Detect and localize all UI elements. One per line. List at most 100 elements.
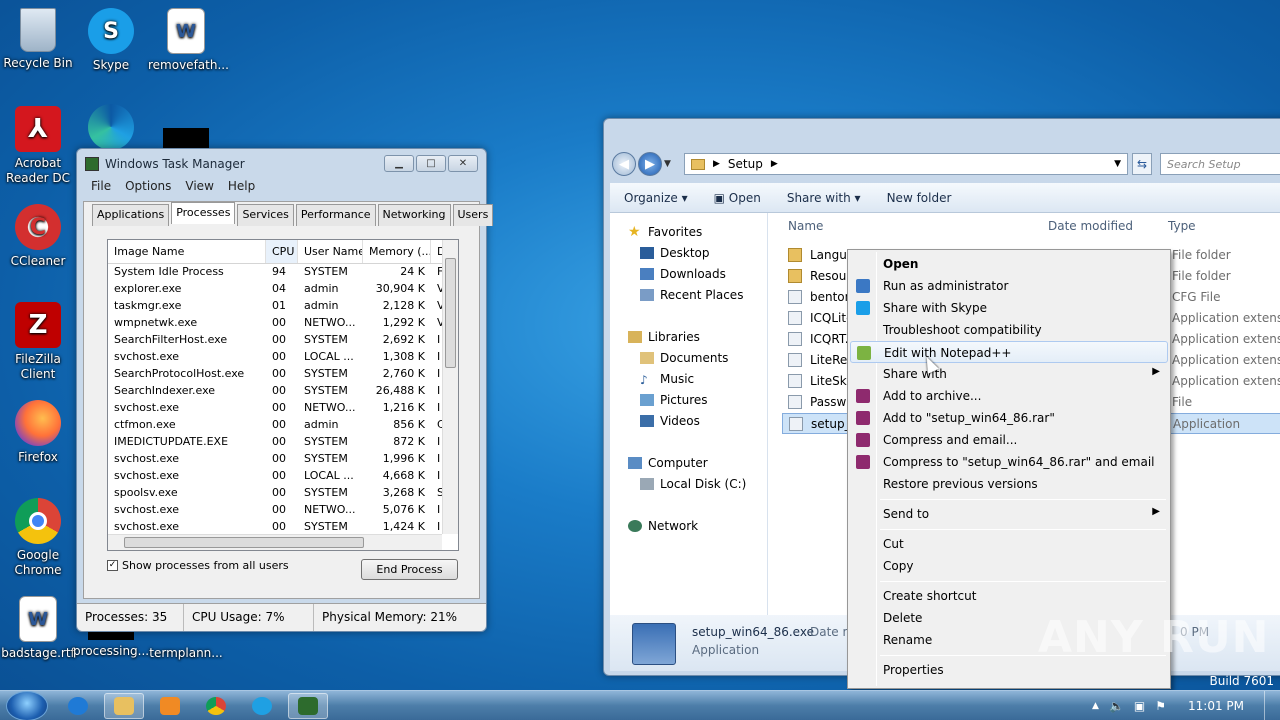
context-menu-item[interactable]: Edit with Notepad++ <box>850 341 1168 363</box>
menu-view[interactable]: View <box>185 179 213 197</box>
column-date-modified[interactable]: Date modified <box>1048 219 1133 233</box>
column-name[interactable]: Name <box>788 219 823 233</box>
table-row[interactable]: svchost.exe 00 NETWO... 5,076 KI <box>108 502 458 519</box>
context-menu-item[interactable]: Share with ▶ <box>850 363 1168 385</box>
taskbar-explorer[interactable] <box>104 693 144 719</box>
show-hidden-icons-icon[interactable]: ▲ <box>1092 701 1099 711</box>
tab-services[interactable]: Services <box>237 204 294 226</box>
volume-icon[interactable]: 🔈 <box>1109 699 1124 713</box>
desktop-icon-acrobat[interactable]: ⅄ Acrobat Reader DC <box>0 106 76 186</box>
column-image-name[interactable]: Image Name <box>108 240 266 263</box>
new-folder-button[interactable]: New folder <box>887 191 952 205</box>
nav-downloads[interactable]: Downloads <box>640 267 726 281</box>
column-user-name[interactable]: User Name <box>298 240 363 263</box>
tab-networking[interactable]: Networking <box>377 204 451 226</box>
table-row[interactable]: svchost.exe 00 LOCAL ... 4,668 KI <box>108 468 458 485</box>
column-cpu[interactable]: CPU <box>266 240 298 263</box>
taskbar-chrome[interactable] <box>196 693 236 719</box>
table-row[interactable]: svchost.exe 00 LOCAL ... 1,308 KI <box>108 349 458 366</box>
search-input[interactable]: Search Setup <box>1160 153 1280 175</box>
context-menu-item[interactable]: Run as administrator <box>850 275 1168 297</box>
process-list[interactable]: Image Name CPU User Name Memory (... D S… <box>107 239 459 551</box>
desktop-icon-badstage[interactable]: W badstage.rtf <box>0 596 76 661</box>
network-icon[interactable]: ▣ <box>1134 699 1145 713</box>
context-menu-item[interactable]: Cut <box>850 533 1168 555</box>
menu-help[interactable]: Help <box>228 179 255 197</box>
tab-processes[interactable]: Processes <box>171 202 236 224</box>
desktop-icon-removefath[interactable]: W removefath... <box>148 8 229 73</box>
breadcrumb-arrow-icon[interactable]: ▶ <box>713 159 720 169</box>
tab-users[interactable]: Users <box>452 204 494 226</box>
table-row[interactable]: SearchIndexer.exe 00 SYSTEM 26,488 KI <box>108 383 458 400</box>
table-row[interactable]: explorer.exe 04 admin 30,904 KV <box>108 281 458 298</box>
horizontal-scrollbar[interactable] <box>108 534 442 550</box>
context-menu-item[interactable]: Add to "setup_win64_86.rar" <box>850 407 1168 429</box>
context-menu-item[interactable]: Restore previous versions <box>850 473 1168 495</box>
nav-libraries[interactable]: Libraries <box>628 330 700 344</box>
context-menu-item[interactable]: Send to ▶ <box>850 503 1168 525</box>
refresh-button[interactable]: ⇆ <box>1132 153 1152 175</box>
start-button[interactable] <box>6 691 48 720</box>
action-center-icon[interactable]: ⚑ <box>1155 699 1166 713</box>
menu-options[interactable]: Options <box>125 179 171 197</box>
vertical-scrollbar[interactable] <box>442 240 458 534</box>
nav-pictures[interactable]: Pictures <box>640 393 708 407</box>
taskbar-edge[interactable] <box>242 693 282 719</box>
edge-icon[interactable] <box>88 104 134 150</box>
column-memory[interactable]: Memory (... <box>363 240 431 263</box>
taskbar-task-manager[interactable] <box>288 693 328 719</box>
scrollbar-thumb[interactable] <box>124 537 364 548</box>
table-row[interactable]: ctfmon.exe 00 admin 856 KC <box>108 417 458 434</box>
minimize-button[interactable]: ▁ <box>384 155 414 172</box>
context-menu-item[interactable]: Compress and email... <box>850 429 1168 451</box>
nav-computer[interactable]: Computer <box>628 456 708 470</box>
table-row[interactable]: IMEDICTUPDATE.EXE 00 SYSTEM 872 KI <box>108 434 458 451</box>
back-button[interactable]: ◀ <box>612 152 636 176</box>
table-row[interactable]: System Idle Process 94 SYSTEM 24 KF <box>108 264 458 281</box>
desktop-icon-recycle-bin[interactable]: Recycle Bin <box>0 8 76 71</box>
address-bar[interactable]: ▶ Setup ▶ ▼ <box>684 153 1128 175</box>
context-menu-item[interactable]: Share with Skype <box>850 297 1168 319</box>
show-desktop-button[interactable] <box>1264 691 1274 720</box>
desktop-icon-chrome[interactable]: Google Chrome <box>0 498 76 578</box>
address-dropdown-icon[interactable]: ▼ <box>1114 159 1121 169</box>
table-row[interactable]: SearchFilterHost.exe 00 SYSTEM 2,692 KI <box>108 332 458 349</box>
show-all-processes-checkbox[interactable]: ✓ Show processes from all users <box>107 559 289 572</box>
column-type[interactable]: Type <box>1168 219 1196 233</box>
open-button[interactable]: ▣ Open <box>714 191 761 205</box>
desktop-icon-filezilla[interactable]: Z FileZilla Client <box>0 302 76 382</box>
end-process-button[interactable]: End Process <box>361 559 458 580</box>
checkbox-box[interactable]: ✓ <box>107 560 118 571</box>
nav-favorites[interactable]: ★ Favorites <box>628 225 702 239</box>
nav-desktop[interactable]: Desktop <box>640 246 710 260</box>
table-row[interactable]: svchost.exe 00 SYSTEM 1,996 KI <box>108 451 458 468</box>
nav-local-disk[interactable]: Local Disk (C:) <box>640 477 746 491</box>
context-menu-item[interactable]: Add to archive... <box>850 385 1168 407</box>
table-row[interactable]: spoolsv.exe 00 SYSTEM 3,268 KS <box>108 485 458 502</box>
context-menu-item[interactable]: Compress to "setup_win64_86.rar" and ema… <box>850 451 1168 473</box>
desktop-icon-firefox[interactable]: Firefox <box>0 400 76 465</box>
organize-button[interactable]: Organize ▾ <box>624 191 688 205</box>
nav-network[interactable]: Network <box>628 519 698 533</box>
tab-performance[interactable]: Performance <box>295 204 376 226</box>
nav-videos[interactable]: Videos <box>640 414 700 428</box>
context-menu-item[interactable]: Open <box>850 253 1168 275</box>
black-file-icon[interactable] <box>163 128 209 150</box>
close-button[interactable]: ✕ <box>448 155 478 172</box>
nav-music[interactable]: ♪ Music <box>640 372 694 387</box>
tab-applications[interactable]: Applications <box>92 204 170 226</box>
table-row[interactable]: svchost.exe 00 NETWO... 1,216 KI <box>108 400 458 417</box>
taskbar-media-player[interactable] <box>150 693 190 719</box>
scrollbar-thumb[interactable] <box>445 258 456 368</box>
clock[interactable]: 11:01 PM <box>1188 699 1244 713</box>
recent-pages-dropdown-icon[interactable]: ▼ <box>664 159 671 169</box>
forward-button[interactable]: ▶ <box>638 152 662 176</box>
breadcrumb-setup[interactable]: Setup <box>728 157 763 171</box>
task-manager-window[interactable]: Windows Task Manager ▁ □ ✕ File Options … <box>76 148 494 632</box>
context-menu-item[interactable]: Create shortcut <box>850 585 1168 607</box>
menu-file[interactable]: File <box>91 179 111 197</box>
nav-recent-places[interactable]: Recent Places <box>640 288 743 302</box>
share-with-button[interactable]: Share with ▾ <box>787 191 861 205</box>
maximize-button[interactable]: □ <box>416 155 446 172</box>
desktop-icon-ccleaner[interactable]: C CCleaner <box>0 204 76 269</box>
